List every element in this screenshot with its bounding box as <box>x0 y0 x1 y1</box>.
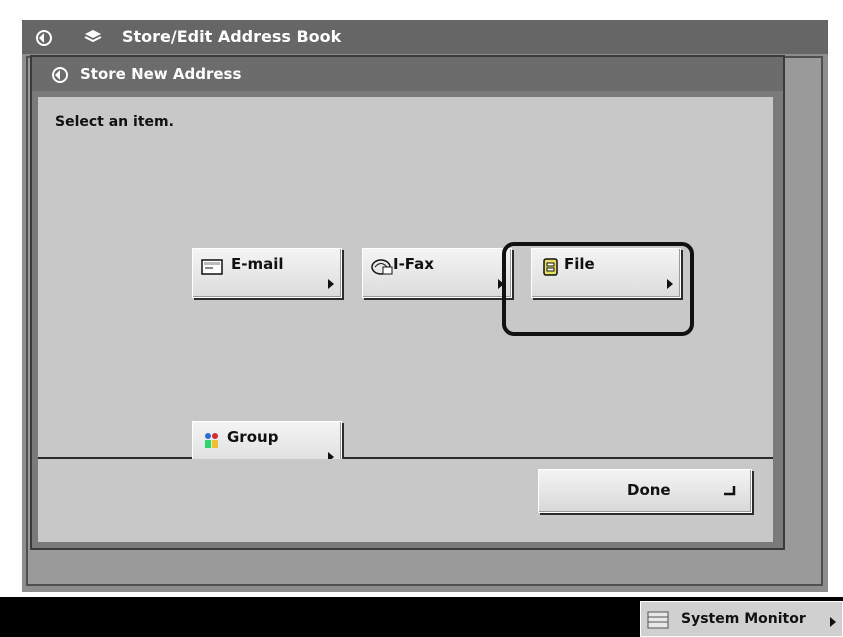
window-title: Store/Edit Address Book <box>122 27 342 46</box>
dialog-title: Store New Address <box>80 65 242 83</box>
settings-icon <box>52 67 68 83</box>
dialog-panel: Store New Address Select an item. E-mail… <box>30 55 785 550</box>
window-title-bar: Store/Edit Address Book <box>22 20 828 54</box>
enter-icon <box>724 486 736 496</box>
dialog-footer: Done <box>38 459 773 542</box>
ifax-icon <box>371 259 393 275</box>
ifax-label: I-Fax <box>393 255 434 273</box>
arrow-icon <box>830 617 836 627</box>
system-monitor-button[interactable]: System Monitor <box>640 601 843 637</box>
group-label: Group <box>227 428 279 446</box>
email-button[interactable]: E-mail <box>192 248 342 298</box>
arrow-icon <box>328 279 334 289</box>
system-monitor-label: System Monitor <box>681 611 806 627</box>
prompt-text: Select an item. <box>55 114 174 130</box>
done-label: Done <box>627 481 671 499</box>
settings-icon <box>36 30 52 46</box>
monitor-icon <box>647 611 669 629</box>
email-label: E-mail <box>231 255 284 273</box>
email-icon <box>201 259 223 275</box>
content-area: Select an item. E-mail I-Fax File Group <box>38 97 773 471</box>
address-book-icon <box>84 30 102 43</box>
selection-highlight <box>502 242 694 336</box>
ifax-button[interactable]: I-Fax <box>362 248 512 298</box>
dialog-title-bar: Store New Address <box>32 57 783 91</box>
group-icon <box>205 433 218 448</box>
done-button[interactable]: Done <box>538 469 752 513</box>
